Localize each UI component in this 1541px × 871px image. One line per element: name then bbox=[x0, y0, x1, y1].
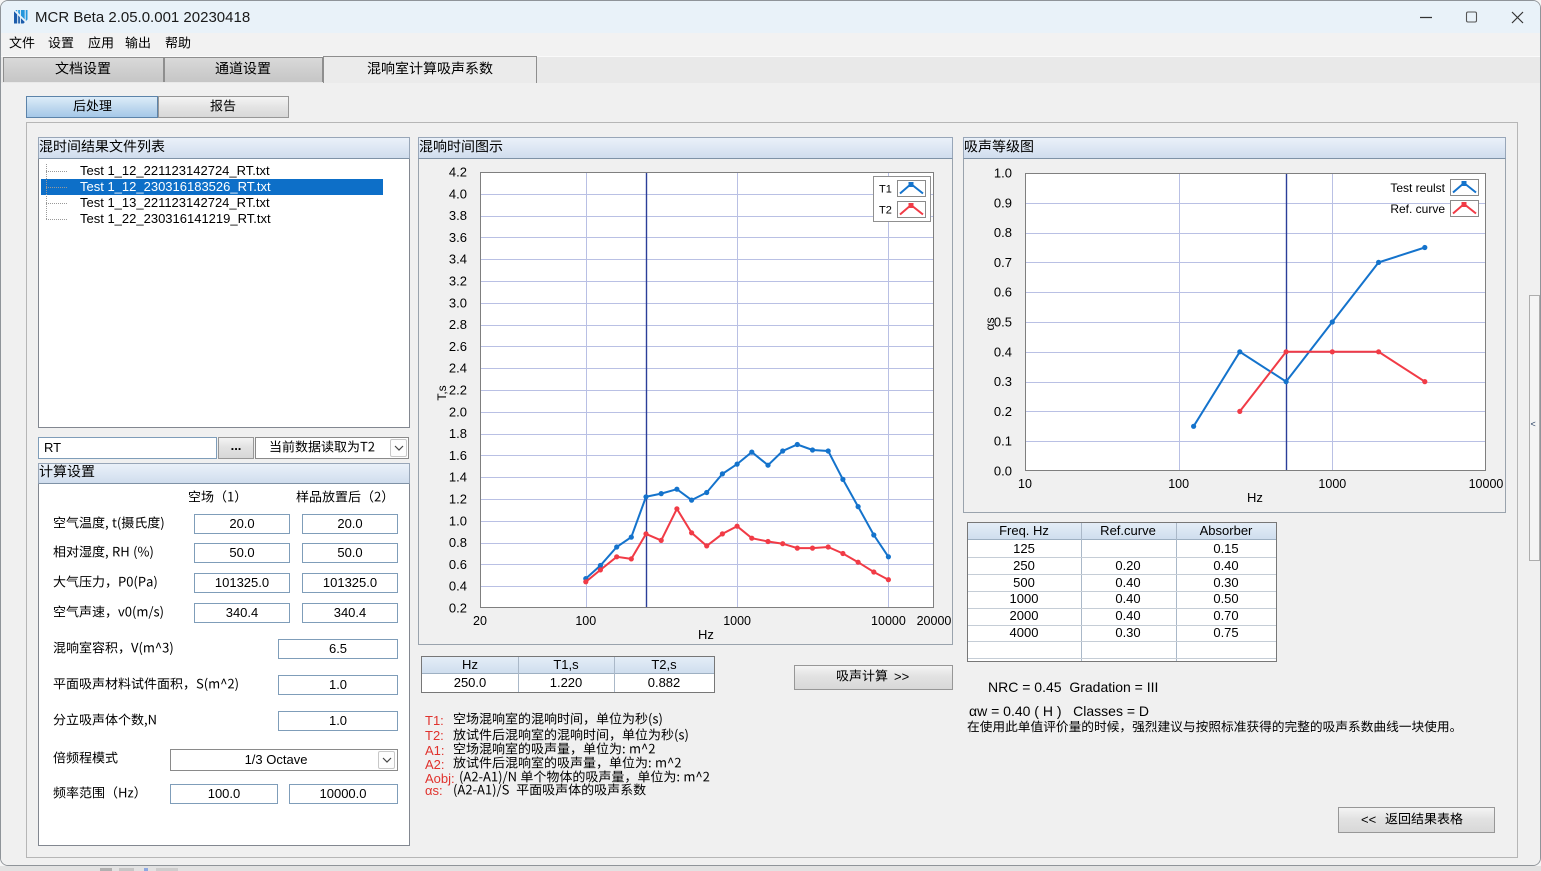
svg-text:10000: 10000 bbox=[871, 614, 906, 628]
svg-text:1.0: 1.0 bbox=[994, 166, 1012, 181]
svg-text:0.8: 0.8 bbox=[449, 535, 467, 550]
svg-text:0.2: 0.2 bbox=[449, 601, 467, 616]
svg-text:3.6: 3.6 bbox=[449, 230, 467, 245]
svg-text:20: 20 bbox=[473, 614, 487, 628]
svg-text:1.6: 1.6 bbox=[449, 448, 467, 463]
svg-text:Hz: Hz bbox=[1247, 490, 1263, 505]
svg-text:0.1: 0.1 bbox=[994, 434, 1012, 449]
svg-text:0.4: 0.4 bbox=[449, 579, 467, 594]
svg-text:1.8: 1.8 bbox=[449, 426, 467, 441]
svg-text:2.2: 2.2 bbox=[449, 383, 467, 398]
svg-text:2.0: 2.0 bbox=[449, 404, 467, 419]
svg-text:10: 10 bbox=[1018, 477, 1032, 491]
svg-text:T2: T2 bbox=[879, 205, 892, 217]
svg-text:1.0: 1.0 bbox=[449, 513, 467, 528]
svg-text:3.2: 3.2 bbox=[449, 274, 467, 289]
svg-text:Test reulst: Test reulst bbox=[1390, 181, 1445, 195]
svg-text:0.0: 0.0 bbox=[994, 464, 1012, 479]
svg-text:4.0: 4.0 bbox=[449, 186, 467, 201]
svg-text:20000: 20000 bbox=[917, 614, 952, 628]
svg-text:Hz: Hz bbox=[698, 627, 714, 642]
svg-text:0.4: 0.4 bbox=[994, 344, 1012, 359]
svg-text:Ref. curve: Ref. curve bbox=[1390, 202, 1445, 216]
svg-text:1.2: 1.2 bbox=[449, 492, 467, 507]
svg-text:100: 100 bbox=[575, 614, 596, 628]
svg-text:100: 100 bbox=[1168, 477, 1189, 491]
svg-text:2.6: 2.6 bbox=[449, 339, 467, 354]
svg-text:0.7: 0.7 bbox=[994, 255, 1012, 270]
svg-text:2.4: 2.4 bbox=[449, 361, 467, 376]
svg-text:0.8: 0.8 bbox=[994, 225, 1012, 240]
svg-text:1000: 1000 bbox=[1318, 477, 1346, 491]
svg-text:0.2: 0.2 bbox=[994, 404, 1012, 419]
svg-text:3.0: 3.0 bbox=[449, 295, 467, 310]
svg-text:10000: 10000 bbox=[1469, 477, 1504, 491]
svg-text:0.3: 0.3 bbox=[994, 374, 1012, 389]
svg-text:2.8: 2.8 bbox=[449, 317, 467, 332]
svg-text:0.6: 0.6 bbox=[994, 285, 1012, 300]
svg-text:0.9: 0.9 bbox=[994, 195, 1012, 210]
svg-text:1000: 1000 bbox=[723, 614, 751, 628]
svg-text:T,s: T,s bbox=[435, 385, 449, 400]
svg-text:4.2: 4.2 bbox=[449, 165, 467, 180]
svg-text:T1: T1 bbox=[879, 184, 892, 196]
svg-text:1.4: 1.4 bbox=[449, 470, 467, 485]
svg-text:0.6: 0.6 bbox=[449, 557, 467, 572]
svg-text:3.8: 3.8 bbox=[449, 208, 467, 223]
svg-text:3.4: 3.4 bbox=[449, 252, 467, 267]
svg-text:αs: αs bbox=[983, 318, 997, 331]
